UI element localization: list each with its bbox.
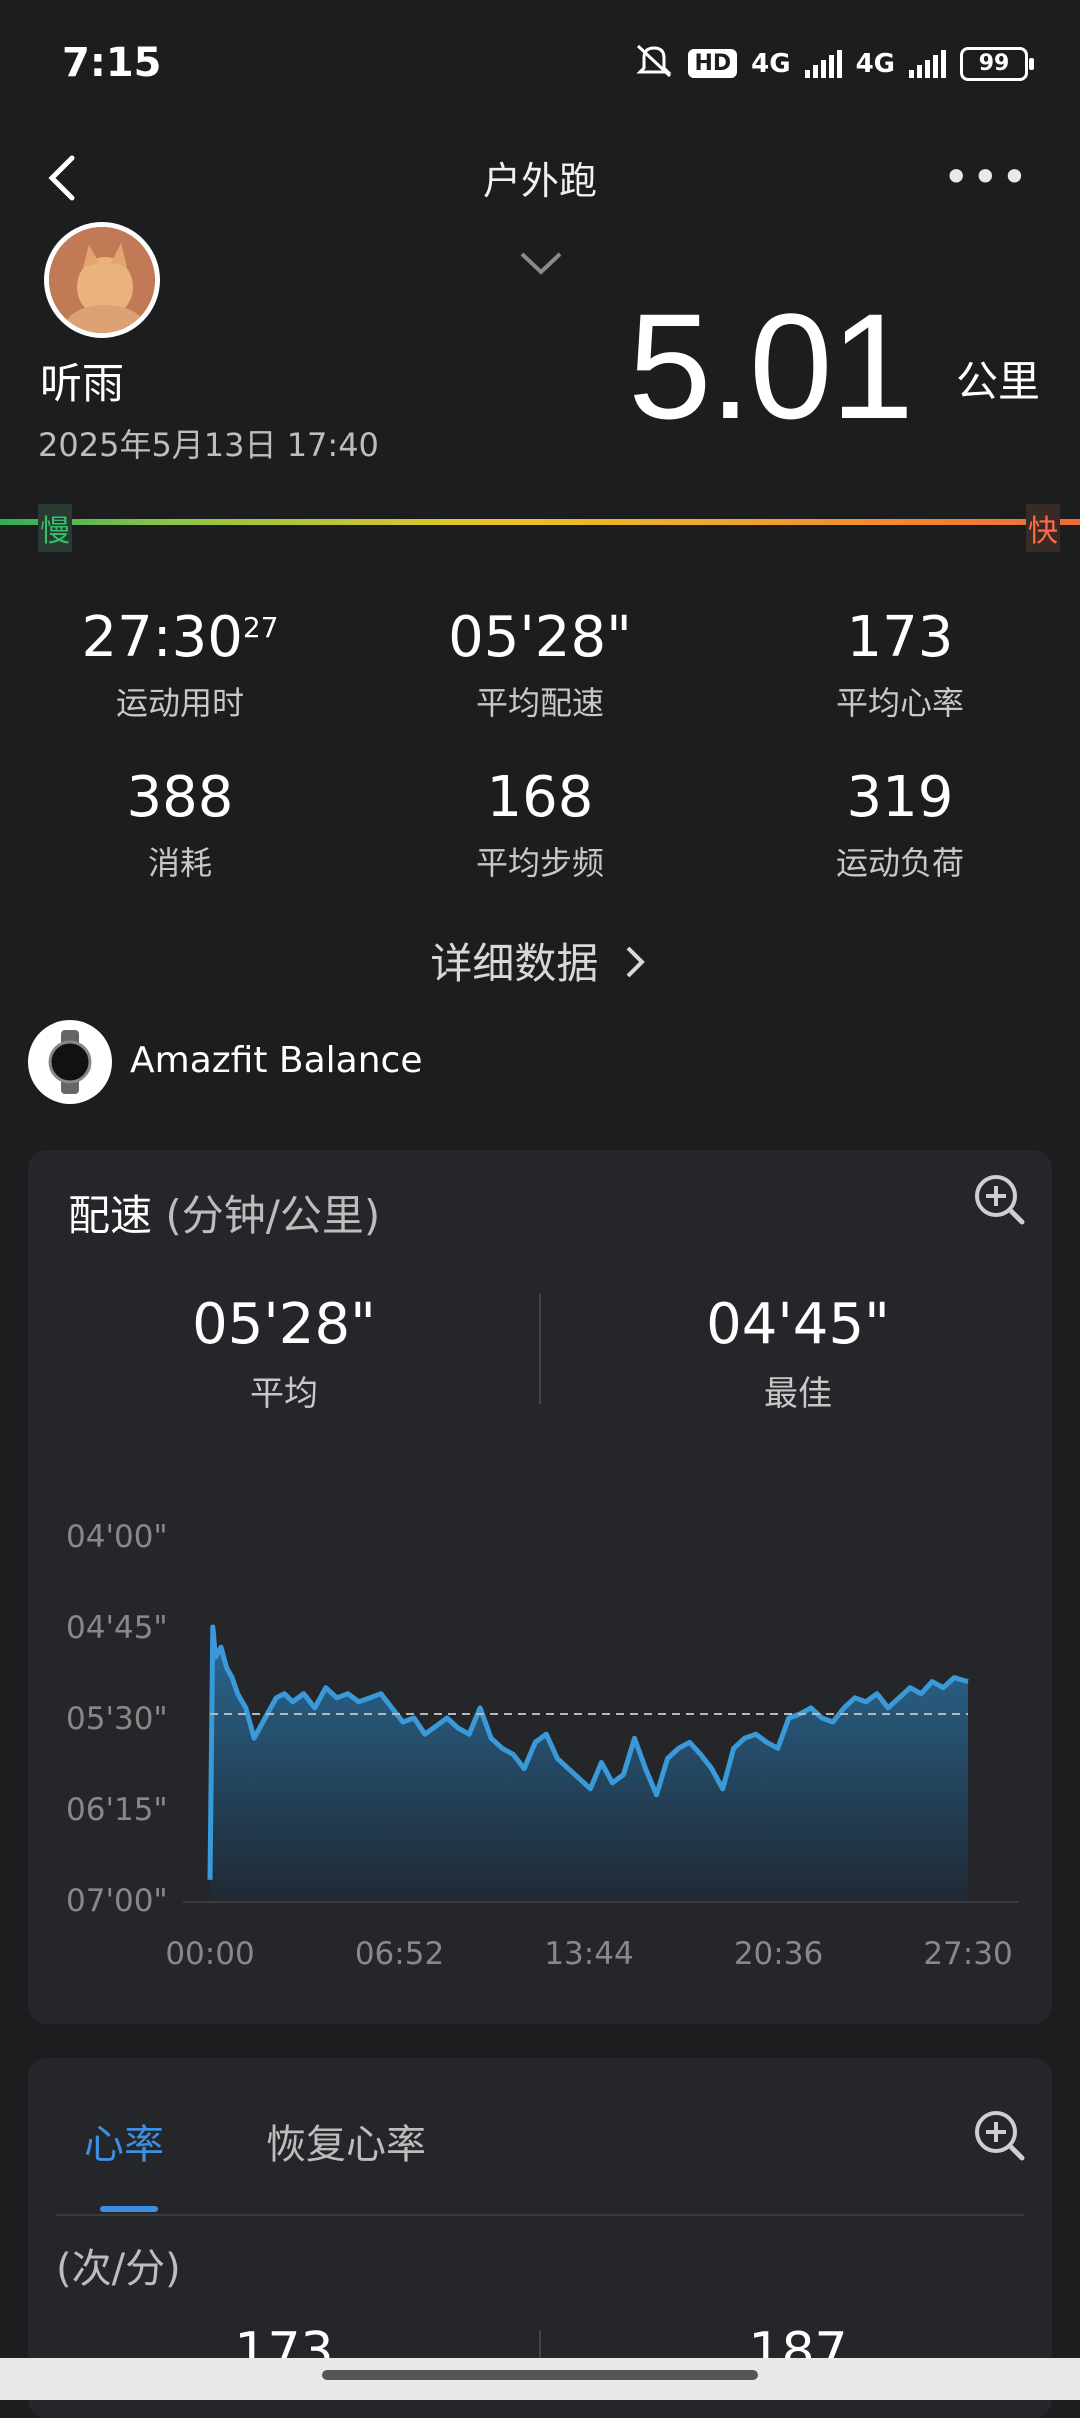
- pace-area: [210, 1627, 968, 1900]
- stat-avg-hr: 173 平均心率: [720, 605, 1080, 724]
- home-indicator[interactable]: [322, 2370, 758, 2380]
- stat-avg-pace: 05'28" 平均配速: [360, 605, 720, 724]
- username: 听雨: [40, 359, 125, 408]
- pace-avg-label: 平均: [250, 1374, 318, 1414]
- chevron-down-icon[interactable]: [518, 250, 564, 278]
- zoom-in-icon-hr[interactable]: [972, 2108, 1026, 2162]
- x-tick-label: 13:44: [544, 1936, 633, 1972]
- pace-avg-value: 05'28": [192, 1292, 376, 1357]
- pace-best-value: 04'45": [706, 1292, 890, 1357]
- stat-avg-pace-label: 平均配速: [475, 684, 604, 722]
- pace-card-title: 配速 (分钟/公里): [68, 1182, 380, 1243]
- x-tick-label: 06:52: [355, 1936, 444, 1972]
- stat-load-value: 319: [846, 765, 954, 830]
- hd-badge: HD: [688, 49, 738, 78]
- network-type-2: 4G: [855, 48, 895, 79]
- battery-icon: 99: [960, 46, 1034, 81]
- zoom-in-icon[interactable]: [972, 1172, 1026, 1226]
- page-title: 户外跑: [482, 159, 597, 203]
- y-tick-label: 04'45": [66, 1610, 168, 1646]
- stat-cadence: 168 平均步频: [360, 765, 720, 884]
- avatar[interactable]: [44, 222, 160, 338]
- stat-duration-label: 运动用时: [115, 684, 244, 722]
- stat-duration: 27:3027 运动用时: [0, 605, 360, 724]
- workout-datetime: 2025年5月13日 17:40: [38, 426, 379, 464]
- fast-label: 快: [1026, 504, 1060, 552]
- tab-divider: [56, 2214, 1024, 2216]
- stat-cadence-label: 平均步频: [475, 844, 604, 882]
- x-tick-label: 20:36: [734, 1936, 823, 1972]
- chevron-right-icon: [626, 946, 645, 978]
- device-name: Amazfit Balance: [130, 1040, 423, 1081]
- hr-unit: (次/分): [56, 2246, 181, 2292]
- y-tick-label: 07'00": [66, 1883, 168, 1919]
- pace-title-text: 配速: [68, 1191, 153, 1240]
- stat-load: 319 运动负荷: [720, 765, 1080, 884]
- slow-label: 慢: [38, 504, 72, 552]
- network-type-1: 4G: [751, 48, 791, 79]
- y-tick-label: 05'30": [66, 1701, 168, 1737]
- active-tab-indicator: [100, 2206, 158, 2212]
- pace-chart: 04'00" 04'45" 05'30" 06'15" 07'00" 00:00 06:52…: [66, 1519, 1018, 1972]
- pace-unit-text: (分钟/公里): [165, 1191, 381, 1240]
- x-tick-label: 00:00: [165, 1936, 254, 1972]
- distance-unit: 公里: [955, 357, 1040, 406]
- stat-avg-hr-label: 平均心率: [835, 684, 964, 722]
- pace-best-label: 最佳: [764, 1374, 832, 1414]
- stat-cadence-value: 168: [486, 765, 594, 830]
- signal-icon-1: [804, 49, 842, 78]
- stat-load-label: 运动负荷: [835, 844, 964, 882]
- y-tick-label: 04'00": [66, 1519, 168, 1555]
- stat-calories-value: 388: [126, 765, 234, 830]
- pace-divider: [539, 1294, 541, 1404]
- stat-calories-label: 消耗: [147, 844, 212, 882]
- pace-gradient-bar: [0, 519, 1080, 525]
- distance-value: 5.01: [628, 282, 914, 450]
- stat-duration-value: 27:30: [81, 605, 243, 670]
- tab-heart-rate[interactable]: 心率: [84, 2112, 164, 2170]
- stat-avg-hr-value: 173: [846, 605, 954, 670]
- status-icons: HD 4G 4G 99: [634, 42, 1034, 85]
- tab-recovery-hr[interactable]: 恢复心率: [266, 2112, 426, 2170]
- more-button[interactable]: •••: [943, 150, 1030, 204]
- y-tick-label: 06'15": [66, 1792, 168, 1828]
- x-tick-label: 27:30: [923, 1936, 1012, 1972]
- detail-data-link[interactable]: 详细数据: [0, 930, 1080, 991]
- stat-calories: 388 消耗: [0, 765, 360, 884]
- stat-duration-hundredths: 27: [242, 611, 279, 644]
- watch-icon: [28, 1020, 112, 1104]
- stat-avg-pace-value: 05'28": [448, 605, 632, 670]
- status-time: 7:15: [62, 40, 162, 86]
- mute-icon: [634, 42, 674, 85]
- signal-icon-2: [909, 49, 946, 78]
- detail-data-label: 详细数据: [430, 939, 599, 988]
